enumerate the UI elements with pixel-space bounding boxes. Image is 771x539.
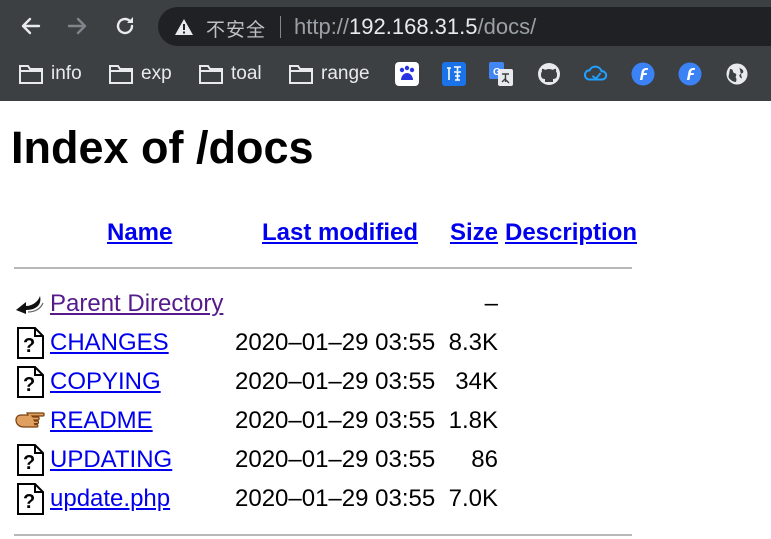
unknown-file-icon: ?	[17, 366, 44, 398]
translate-icon[interactable]	[442, 62, 466, 86]
bookmark-folder-info[interactable]: info	[19, 60, 82, 88]
forward-button[interactable]	[63, 12, 91, 40]
bookmark-label: exp	[141, 63, 172, 84]
github-icon[interactable]	[537, 62, 561, 86]
url-path: /docs/	[477, 14, 537, 39]
warning-icon[interactable]	[174, 18, 194, 36]
footer-divider	[14, 534, 632, 536]
bookmark-label: toal	[231, 63, 262, 84]
unknown-file-icon: ?	[17, 327, 44, 359]
bookmark-folder-toal[interactable]: toal	[199, 60, 262, 88]
entry-link-updating[interactable]: UPDATING	[50, 446, 172, 474]
entry-size: 86	[471, 446, 498, 473]
bookmark-label: range	[321, 63, 370, 84]
entry-size: 34K	[455, 368, 498, 395]
svg-text:?: ?	[23, 335, 35, 357]
browser-chrome: 不安全 http://192.168.31.5/docs/ info exp t…	[0, 0, 771, 101]
security-divider	[280, 16, 281, 38]
entry-modified: 2020–01–29 03:55	[235, 329, 436, 356]
url-text[interactable]: http://192.168.31.5/docs/	[294, 14, 536, 40]
security-label[interactable]: 不安全	[206, 15, 266, 42]
folder-icon	[109, 65, 133, 84]
table-row: README 2020–01–29 03:55 1.8K	[0, 403, 640, 439]
table-row: ? update.php 2020–01–29 03:55 7.0K	[0, 481, 640, 517]
entry-link-readme[interactable]: README	[50, 407, 153, 435]
entry-modified: 2020–01–29 03:55	[235, 485, 436, 512]
folder-icon	[199, 65, 223, 84]
fofa-icon[interactable]	[631, 62, 655, 86]
entry-size: 8.3K	[448, 329, 498, 356]
url-scheme: http://	[294, 14, 350, 39]
table-row: ? UPDATING 2020–01–29 03:55 86	[0, 442, 640, 478]
entry-link-changes[interactable]: CHANGES	[50, 329, 169, 357]
fofa-icon[interactable]	[678, 62, 702, 86]
table-row: ? COPYING 2020–01–29 03:55 34K	[0, 364, 640, 400]
baidu-icon[interactable]	[395, 62, 419, 86]
unknown-file-icon: ?	[17, 444, 44, 476]
svg-text:?: ?	[23, 452, 35, 474]
reload-icon	[116, 17, 134, 35]
table-row: Parent Directory –	[0, 286, 640, 322]
arrow-left-icon	[21, 17, 41, 35]
folder-icon	[19, 65, 43, 84]
header-divider	[14, 267, 632, 269]
entry-modified: 2020–01–29 03:55	[235, 368, 436, 395]
svg-text:?: ?	[23, 491, 35, 513]
back-icon	[16, 296, 44, 314]
unknown-file-icon: ?	[17, 483, 44, 515]
entry-size: 1.8K	[448, 407, 498, 434]
google-translate-icon[interactable]: G	[489, 62, 513, 86]
globe-icon[interactable]	[725, 62, 749, 86]
page-title: Index of /docs	[11, 122, 314, 173]
reload-button[interactable]	[111, 12, 139, 40]
table-row: ? CHANGES 2020–01–29 03:55 8.3K	[0, 325, 640, 361]
column-header-description[interactable]: Description	[505, 219, 637, 247]
entry-modified: 2020–01–29 03:55	[235, 446, 436, 473]
cloud-icon[interactable]	[584, 62, 608, 86]
bookmarks-bar: info exp toal range G	[0, 52, 771, 96]
entry-link-copying[interactable]: COPYING	[50, 368, 161, 396]
entry-link-parent-directory[interactable]: Parent Directory	[50, 290, 223, 318]
entry-modified: 2020–01–29 03:55	[235, 407, 436, 434]
bookmark-folder-exp[interactable]: exp	[109, 60, 172, 88]
entry-size: 7.0K	[448, 485, 498, 512]
url-host: 192.168.31.5	[349, 14, 478, 39]
arrow-right-icon	[67, 17, 87, 35]
hand-pointer-icon	[15, 412, 45, 428]
address-bar[interactable]: 不安全 http://192.168.31.5/docs/	[158, 7, 771, 46]
svg-text:?: ?	[23, 374, 35, 396]
folder-icon	[289, 65, 313, 84]
bookmark-folder-range[interactable]: range	[289, 60, 370, 88]
browser-toolbar: 不安全 http://192.168.31.5/docs/	[0, 0, 771, 52]
entry-size: –	[484, 290, 498, 317]
svg-text:G: G	[493, 67, 501, 78]
column-header-name[interactable]: Name	[107, 219, 172, 247]
column-header-last-modified[interactable]: Last modified	[262, 219, 418, 247]
bookmark-label: info	[51, 63, 82, 84]
back-button[interactable]	[17, 12, 45, 40]
entry-link-update-php[interactable]: update.php	[50, 485, 170, 513]
column-header-size[interactable]: Size	[450, 219, 498, 247]
page-content: Index of /docs Name Last modified Size D…	[0, 101, 771, 539]
